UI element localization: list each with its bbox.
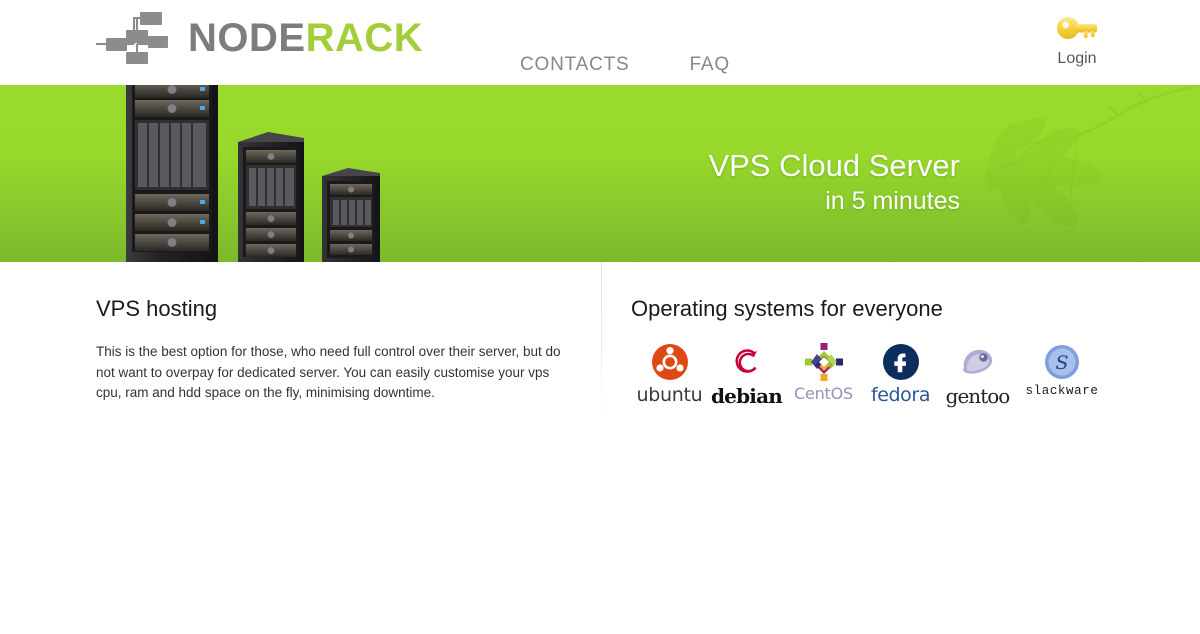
site-header: NODERACK CONTACTS FAQ Login — [0, 0, 1200, 85]
login-button[interactable]: Login — [1038, 14, 1116, 68]
logo-wordmark: NODERACK — [188, 18, 423, 58]
hero-subtitle: in 5 minutes — [825, 186, 960, 215]
hero-banner: VPS Cloud Server in 5 minutes — [0, 85, 1200, 262]
server-racks-illustration — [126, 85, 380, 262]
logo-word-node: NODE — [188, 16, 306, 60]
login-label: Login — [1057, 50, 1097, 67]
nav-item-contacts[interactable]: CONTACTS — [520, 54, 630, 76]
hero-text-block: VPS Cloud Server in 5 minutes — [708, 148, 960, 216]
node-tree-icon — [96, 12, 168, 64]
site-logo[interactable]: NODERACK — [96, 10, 423, 66]
nav-item-faq[interactable]: FAQ — [690, 54, 730, 76]
main-content: VPS hosting This is the best option for … — [0, 262, 1200, 634]
key-icon — [1057, 17, 1097, 39]
main-navigation: CONTACTS FAQ — [520, 54, 730, 76]
chestnut-leaf-icon — [984, 85, 1200, 227]
hero-title: VPS Cloud Server — [708, 148, 960, 183]
logo-word-rack: RACK — [305, 16, 424, 60]
pricing-plans: Nx1 CPU 1 RAM 768 MB HDD 15 GB Nx2 CPU 1… — [0, 262, 1200, 462]
